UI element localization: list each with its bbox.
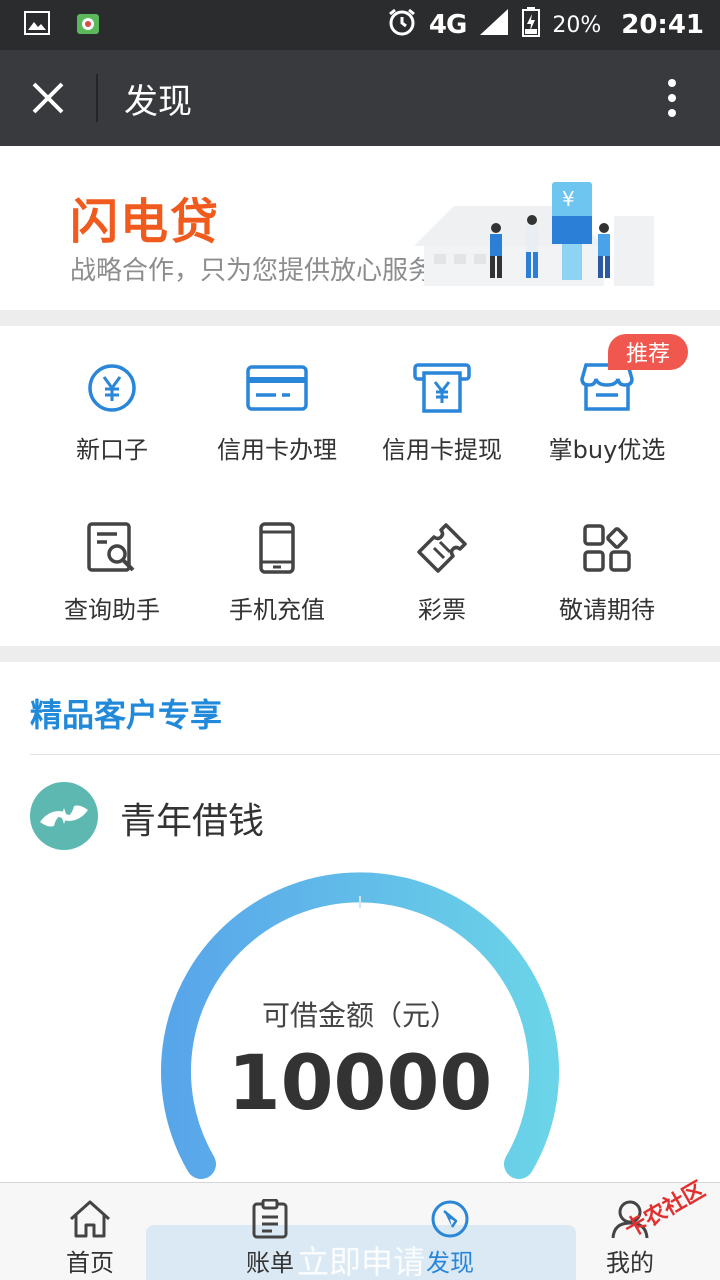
service-label: 掌buy优选 bbox=[548, 436, 666, 464]
more-menu-button[interactable] bbox=[624, 50, 720, 146]
bill-icon bbox=[252, 1199, 288, 1239]
banner-illustration: ¥ bbox=[414, 182, 654, 286]
section-title: 精品客户专享 bbox=[30, 696, 223, 734]
clock: 20:41 bbox=[621, 10, 704, 40]
app-notification-icon bbox=[76, 11, 100, 39]
tab-label: 发现 bbox=[426, 1249, 474, 1277]
close-icon bbox=[32, 82, 64, 114]
tab-label: 我的 bbox=[606, 1249, 654, 1277]
close-button[interactable] bbox=[0, 50, 96, 146]
nav-divider bbox=[96, 74, 98, 122]
service-label: 敬请期待 bbox=[559, 596, 655, 624]
service-mobile-recharge[interactable]: 手机充值 bbox=[187, 486, 367, 646]
battery-level: 20% bbox=[552, 12, 602, 38]
section-divider bbox=[30, 754, 720, 755]
more-grid-icon bbox=[583, 524, 631, 572]
service-coming-soon[interactable]: 敬请期待 bbox=[517, 486, 697, 646]
signal-icon bbox=[478, 7, 510, 43]
tab-label: 首页 bbox=[66, 1249, 114, 1277]
atm-cash-icon bbox=[413, 363, 471, 413]
banner-subtitle: 战略合作，只为您提供放心服务 bbox=[70, 256, 435, 286]
status-bar: 4G 20% 20:41 bbox=[0, 0, 720, 50]
recommend-badge: 推荐 bbox=[608, 334, 688, 370]
product-name: 青年借钱 bbox=[120, 801, 265, 842]
service-grid: 新口子 信用卡办理 信用卡提现 掌buy优选 推荐 查询助手 手机充值 彩票 敬… bbox=[0, 326, 720, 646]
service-label: 查询助手 bbox=[64, 596, 160, 624]
promo-banner[interactable]: 闪电贷 战略合作，只为您提供放心服务 ¥ bbox=[0, 146, 720, 310]
amount-value: 10000 bbox=[227, 1038, 493, 1127]
svg-text:¥: ¥ bbox=[562, 187, 575, 211]
navigation-bar: 发现 bbox=[0, 50, 720, 146]
tab-label: 账单 bbox=[246, 1249, 294, 1277]
service-label: 信用卡办理 bbox=[217, 436, 337, 464]
shop-icon bbox=[580, 363, 634, 411]
bottom-tab-bar: 立即申请 首页 账单 发现 我的 bbox=[0, 1182, 720, 1280]
network-type: 4G bbox=[428, 10, 467, 40]
compass-icon bbox=[431, 1200, 469, 1238]
tab-discover[interactable]: 发现 bbox=[360, 1183, 540, 1280]
service-label: 信用卡提现 bbox=[382, 436, 502, 464]
page-title: 发现 bbox=[124, 81, 192, 122]
battery-icon bbox=[522, 7, 541, 43]
service-credit-card-cash[interactable]: 信用卡提现 bbox=[352, 326, 532, 486]
alarm-icon bbox=[387, 7, 417, 43]
service-label: 彩票 bbox=[418, 596, 466, 624]
product-logo-icon bbox=[30, 782, 98, 850]
amount-label: 可借金额（元） bbox=[261, 999, 458, 1032]
tab-home[interactable]: 首页 bbox=[0, 1183, 180, 1280]
service-lottery[interactable]: 彩票 bbox=[352, 486, 532, 646]
yen-circle-icon bbox=[88, 364, 136, 412]
phone-icon bbox=[259, 522, 295, 574]
credit-card-icon bbox=[246, 365, 308, 411]
gallery-notification-icon bbox=[24, 11, 50, 39]
more-vertical-icon bbox=[668, 79, 676, 117]
banner-brand: 闪电贷 bbox=[70, 194, 221, 250]
service-query-helper[interactable]: 查询助手 bbox=[22, 486, 202, 646]
service-label: 手机充值 bbox=[229, 596, 325, 624]
ticket-icon bbox=[417, 523, 467, 573]
service-credit-card-apply[interactable]: 信用卡办理 bbox=[187, 326, 367, 486]
search-document-icon bbox=[87, 522, 135, 572]
service-label: 新口子 bbox=[76, 436, 148, 464]
home-icon bbox=[69, 1200, 111, 1238]
tab-bill[interactable]: 账单 bbox=[180, 1183, 360, 1280]
service-new-loan[interactable]: 新口子 bbox=[22, 326, 202, 486]
